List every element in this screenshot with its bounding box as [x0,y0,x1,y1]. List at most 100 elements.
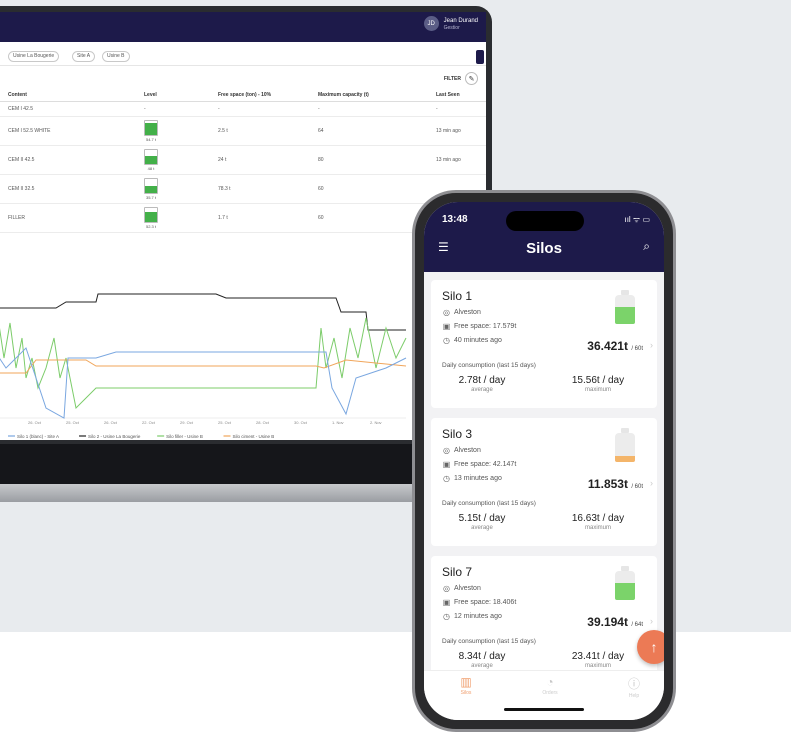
legend-item: Silo filler - Usine B [166,434,203,439]
bottle-body [615,433,635,462]
current-amount: 36.421t / 60t [587,339,643,353]
cell-content: CEM I 52.5 WHITE [8,128,51,134]
user-menu[interactable]: JD Jean Durand Gestior [423,16,478,31]
level-gauge [144,149,158,165]
x-tick-label: 2. Nov [370,420,382,425]
tab-help[interactable]: ⓘ Help [604,675,664,699]
column-header[interactable]: Level [144,92,157,98]
free-space-text: Free space: 18.406t [454,599,517,606]
location-row: ◎ Alveston [442,446,481,455]
level-indicator: 52.3 t [144,207,158,229]
scroll-top-button[interactable]: ↑ [637,630,664,664]
user-role: Gestior [443,24,460,31]
silo-card[interactable]: Silo 7 ◎ Alveston ▣ Free space: 18.406t ◷ 12 m… [431,556,657,684]
amount-value: 36.421t [587,339,628,353]
silo-level-icon [615,428,635,462]
cell-free-space: 24 t [218,157,227,163]
bottle-fill [615,306,635,324]
filter-label: FILTER [443,75,461,82]
amount-value: 11.853t [587,477,628,491]
maximum-stat: 16.63t / day maximum [553,513,643,531]
level-value: 54.7 t [145,137,156,142]
silo-card[interactable]: Silo 1 ◎ Alveston ▣ Free space: 17.579t ◷ 40 m… [431,280,657,408]
tab-orders[interactable]: ◔ Orders [520,675,580,696]
cell-content: FILLER [8,215,25,221]
maximum-label: maximum [584,663,611,669]
capacity-value: / 60t [631,346,643,352]
level-fill [145,155,157,164]
free-space-icon: ▣ [442,598,451,607]
level-indicator: 35.7 t [144,178,158,200]
free-space-icon: ▣ [442,322,451,331]
last-seen-row: ◷ 12 minutes ago [442,612,502,621]
level-value: 52.3 t [145,224,156,229]
maximum-stat: 23.41t / day maximum [553,651,643,669]
table-row[interactable]: CEM I 52.5 WHITE 54.7 t 2.5 t 64 13 min ago [0,117,486,146]
x-tick-label: 22. Oct [142,420,156,425]
filter-chip[interactable]: Usine La Bougerie [8,51,60,62]
level-indicator: 48 t [144,149,158,171]
average-label: average [471,525,493,531]
x-tick-label: 26. Oct [28,420,42,425]
daily-consumption-label: Daily consumption (last 15 days) [442,362,536,369]
pencil-icon: ✎ [468,75,475,83]
x-tick-label: 25. Oct [218,420,232,425]
chevron-right-icon: › [650,616,653,626]
maximum-value: 15.56t / day [571,375,625,386]
filter-chip[interactable]: Usine B [102,51,130,62]
free-space-row: ▣ Free space: 17.579t [442,322,517,331]
legend-item: Silo 2 - Usine La Bougerie [88,434,141,439]
table-header-row: Content Level Free space (ton) - 10% Max… [0,88,486,102]
level-value: 48 t [147,166,155,171]
capacity-value: / 64t [631,622,643,628]
current-amount: 39.194t / 64t [587,615,643,629]
user-name: Jean Durand [443,17,478,24]
apply-button[interactable] [476,50,484,64]
arrow-up-icon: ↑ [650,639,658,655]
tab-label: Silos [460,690,472,696]
column-header[interactable]: Free space (ton) - 10% [218,92,271,98]
maximum-label: maximum [584,387,611,393]
level-gauge [144,178,158,194]
free-space-text: Free space: 42.147t [454,461,517,468]
tab-silos[interactable]: ▥ Silos [436,675,496,696]
average-stat: 5.15t / day average [437,513,527,531]
x-tick-label: 1. Nov [332,420,344,425]
location-pin-icon: ◎ [443,308,450,317]
avatar: JD [423,16,439,31]
bottle-fill [615,456,635,462]
last-seen-text: 12 minutes ago [454,613,502,620]
silo-level-icon [615,566,635,600]
maximum-stat: 15.56t / day maximum [553,375,643,393]
silo-location: Alveston [454,309,481,316]
edit-filter-button[interactable]: ✎ [465,72,478,85]
phone-screen: 13:48 ııl ᯤ ▭ ☰ Silos ⌕ Silo 1 ◎ Alveston ▣… [424,202,664,720]
phone-frame: 13:48 ııl ᯤ ▭ ☰ Silos ⌕ Silo 1 ◎ Alveston ▣… [412,190,676,732]
cell-free-space: 78.3 t [218,186,231,192]
column-header[interactable]: Content [8,92,27,98]
table-row[interactable]: CEM II 32.5 35.7 t 78.3 t 60 [0,175,486,204]
silo-table: Content Level Free space (ton) - 10% Max… [0,88,486,233]
daily-consumption-label: Daily consumption (last 15 days) [442,638,536,645]
average-label: average [471,663,493,669]
silo-name: Silo 1 [442,289,473,303]
dynamic-island [506,211,584,231]
cell-free-space: 2.5 t [218,128,228,134]
last-seen-row: ◷ 13 minutes ago [442,474,502,483]
filter-chip[interactable]: Site A [72,51,96,62]
chevron-right-icon: › [650,478,653,488]
laptop-app-header: JD Jean Durand Gestior [0,12,486,42]
level-value: 35.7 t [145,195,156,200]
series-line-4 [0,347,407,419]
table-row[interactable]: CEM II 42.5 48 t 24 t 80 13 min ago [0,146,486,175]
filter-bar: Usine La Bougerie Site A Usine B [0,46,486,66]
column-header[interactable]: Maximum capacity (t) [318,92,369,98]
search-icon[interactable]: ⌕ [643,239,650,254]
location-pin-icon: ◎ [443,584,450,593]
cell-max-capacity: - [318,106,320,112]
table-row[interactable]: CEM I 42.5 - - - - [0,102,486,117]
free-space-text: Free space: 17.579t [454,323,517,330]
silo-card[interactable]: Silo 3 ◎ Alveston ▣ Free space: 42.147t ◷ 13 m… [431,418,657,546]
silo-level-icon [615,290,635,324]
column-header[interactable]: Last Seen [436,92,460,98]
